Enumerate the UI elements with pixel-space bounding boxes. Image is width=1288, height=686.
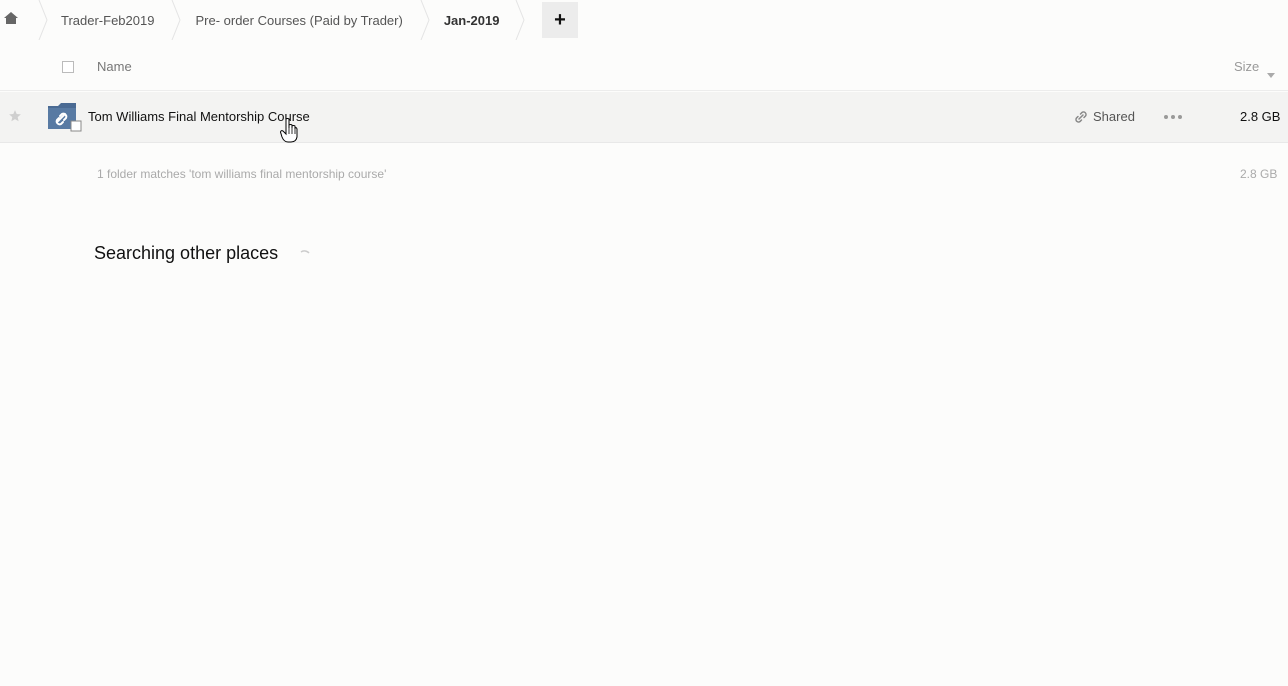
breadcrumb-label: Trader-Feb2019 [61,12,155,28]
size-column-header[interactable]: Size [1234,59,1259,74]
plus-icon: + [554,8,566,31]
select-all-checkbox[interactable] [62,61,74,73]
shared-label: Shared [1093,109,1135,124]
breadcrumb-separator [420,0,430,40]
breadcrumb-item-jan-2019[interactable]: Jan-2019 [444,0,500,40]
list-header: Name Size [0,42,1288,91]
loading-spinner-icon [299,248,311,266]
home-icon [3,11,19,30]
folder-name-link[interactable]: Tom Williams Final Mentorship Course [88,109,310,124]
star-icon[interactable] [8,109,22,128]
breadcrumb-separator [38,0,48,40]
shared-folder-icon [47,103,83,138]
breadcrumb-label: Jan-2019 [443,12,500,28]
name-column-header[interactable]: Name [97,59,132,74]
table-row[interactable]: Tom Williams Final Mentorship Course Sha… [0,92,1288,143]
breadcrumb-separator [516,0,526,40]
ellipsis-icon [1164,115,1168,119]
search-summary: 1 folder matches 'tom williams final men… [97,167,387,181]
breadcrumb-item-trader-feb2019[interactable]: Trader-Feb2019 [61,0,154,40]
shared-link[interactable]: Shared [1074,109,1135,124]
link-icon [1074,110,1088,124]
file-size: 2.8 GB [1240,109,1281,124]
search-summary-size: 2.8 GB [1240,167,1278,181]
searching-status: Searching other places [94,243,279,263]
breadcrumb-label: Pre- order Courses (Paid by Trader) [195,12,403,28]
home-button[interactable] [0,0,40,40]
breadcrumb: Trader-Feb2019 Pre- order Courses (Paid … [0,0,1288,40]
breadcrumb-separator [172,0,182,40]
hand-cursor-icon [279,118,298,149]
more-options-button[interactable] [1164,109,1182,125]
add-button[interactable]: + [542,2,578,38]
sort-caret-icon[interactable] [1267,65,1275,83]
breadcrumb-item-pre-order-courses[interactable]: Pre- order Courses (Paid by Trader) [195,0,402,40]
